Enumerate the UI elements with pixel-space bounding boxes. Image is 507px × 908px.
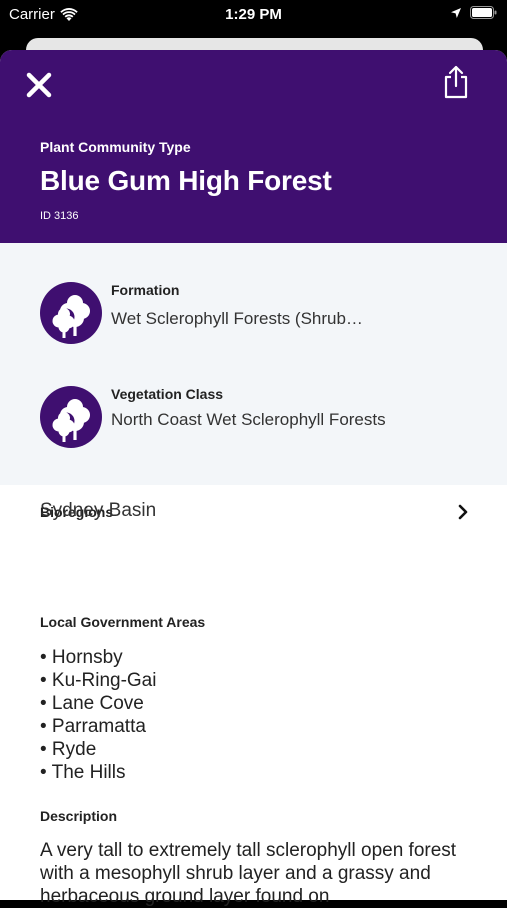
status-bar: Carrier 1:29 PM xyxy=(0,0,507,30)
lga-label: Local Government Areas xyxy=(40,614,206,630)
close-button[interactable] xyxy=(24,70,54,100)
status-time: 1:29 PM xyxy=(225,6,282,23)
vegetation-class-value: North Coast Wet Sclerophyll Forests xyxy=(111,410,386,429)
header: Plant Community Type Blue Gum High Fores… xyxy=(0,50,507,243)
trees-icon xyxy=(40,386,102,448)
classification-section: Formation Wet Sclerophyll Forests (Shrub… xyxy=(0,243,507,485)
formation-value: Wet Sclerophyll Forests (Shrub… xyxy=(111,309,363,328)
list-item: • Hornsby xyxy=(40,647,123,668)
header-subtitle: Plant Community Type xyxy=(40,139,191,155)
trees-icon xyxy=(40,282,102,344)
location-arrow-icon xyxy=(451,7,461,18)
share-button[interactable] xyxy=(441,64,471,100)
description-label: Description xyxy=(40,808,118,824)
list-item: • The Hills xyxy=(40,762,126,783)
bioregion-name: Sydney Basin xyxy=(40,500,157,521)
list-item: • Ryde xyxy=(40,739,97,760)
chevron-right-icon xyxy=(458,504,468,520)
bioregion-row[interactable]: Sydney Basin xyxy=(40,495,470,531)
vegetation-class-label: Vegetation Class xyxy=(111,386,224,402)
list-item: • Parramatta xyxy=(40,716,146,737)
formation-label: Formation xyxy=(111,282,180,298)
list-item: • Lane Cove xyxy=(40,693,144,714)
list-item: • Ku-Ring-Gai xyxy=(40,670,157,691)
lga-list: • Hornsby • Ku-Ring-Gai • Lane Cove • Pa… xyxy=(40,646,156,784)
status-right xyxy=(450,6,497,19)
page-title: Blue Gum High Forest xyxy=(40,165,332,196)
battery-icon xyxy=(470,6,497,19)
community-id: ID 3136 xyxy=(40,210,79,222)
description-text: A very tall to extremely tall sclerophyl… xyxy=(40,840,457,907)
